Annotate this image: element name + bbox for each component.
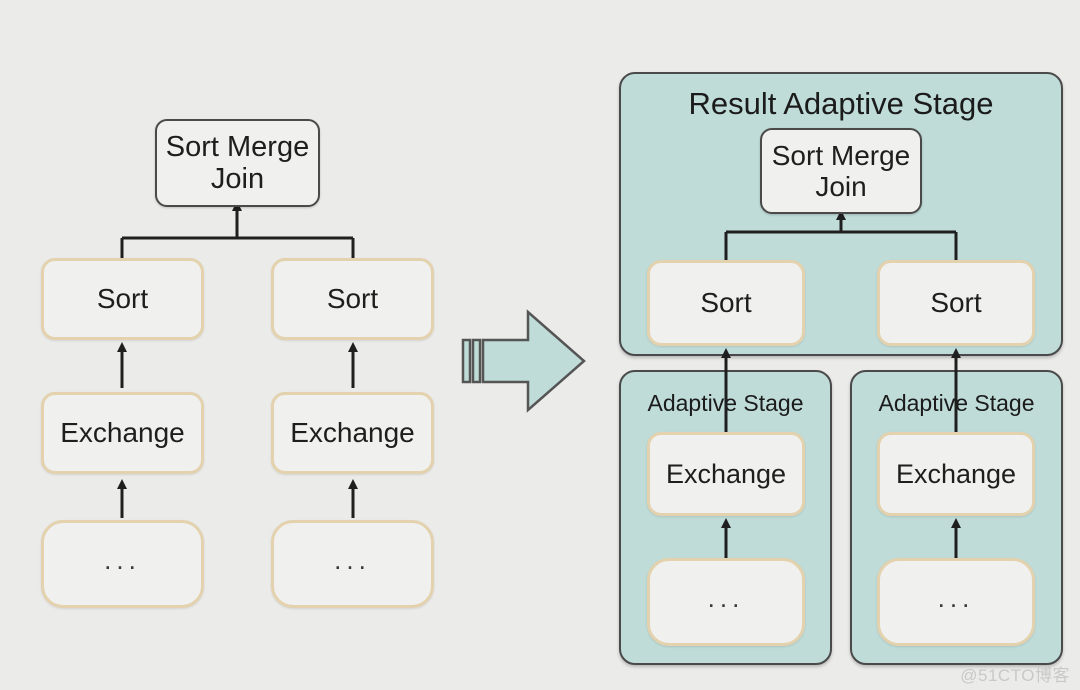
ellipsis-glyph: ... — [334, 545, 371, 575]
watermark: @51CTO博客 — [960, 666, 1070, 685]
right-node-exchange-2: Exchange — [877, 432, 1035, 516]
right-node-sort-merge-join: Sort Merge Join — [760, 128, 922, 214]
left-node-ellipsis-1: ... — [41, 520, 204, 608]
left-node-sort-2: Sort — [271, 258, 434, 340]
ellipsis-glyph: ... — [707, 583, 745, 613]
ellipsis-glyph: ... — [104, 545, 141, 575]
left-node-sort-1: Sort — [41, 258, 204, 340]
right-node-sort-1: Sort — [647, 260, 805, 346]
left-node-exchange-2: Exchange — [271, 392, 434, 474]
right-arrow-icon — [461, 309, 586, 413]
left-node-sort-merge-join: Sort Merge Join — [155, 119, 320, 207]
right-node-sort-2: Sort — [877, 260, 1035, 346]
right-node-ellipsis-1: ... — [647, 558, 805, 646]
right-node-exchange-1: Exchange — [647, 432, 805, 516]
adaptive-stage-title-2: Adaptive Stage — [878, 390, 1035, 416]
adaptive-stage-title-1: Adaptive Stage — [647, 390, 804, 416]
diagram-canvas: Sort Merge Join Sort Exchange ... Sort E… — [0, 0, 1080, 690]
ellipsis-glyph: ... — [937, 583, 975, 613]
left-node-ellipsis-2: ... — [271, 520, 434, 608]
right-node-ellipsis-2: ... — [877, 558, 1035, 646]
left-node-exchange-1: Exchange — [41, 392, 204, 474]
result-adaptive-stage-title: Result Adaptive Stage — [688, 86, 994, 121]
